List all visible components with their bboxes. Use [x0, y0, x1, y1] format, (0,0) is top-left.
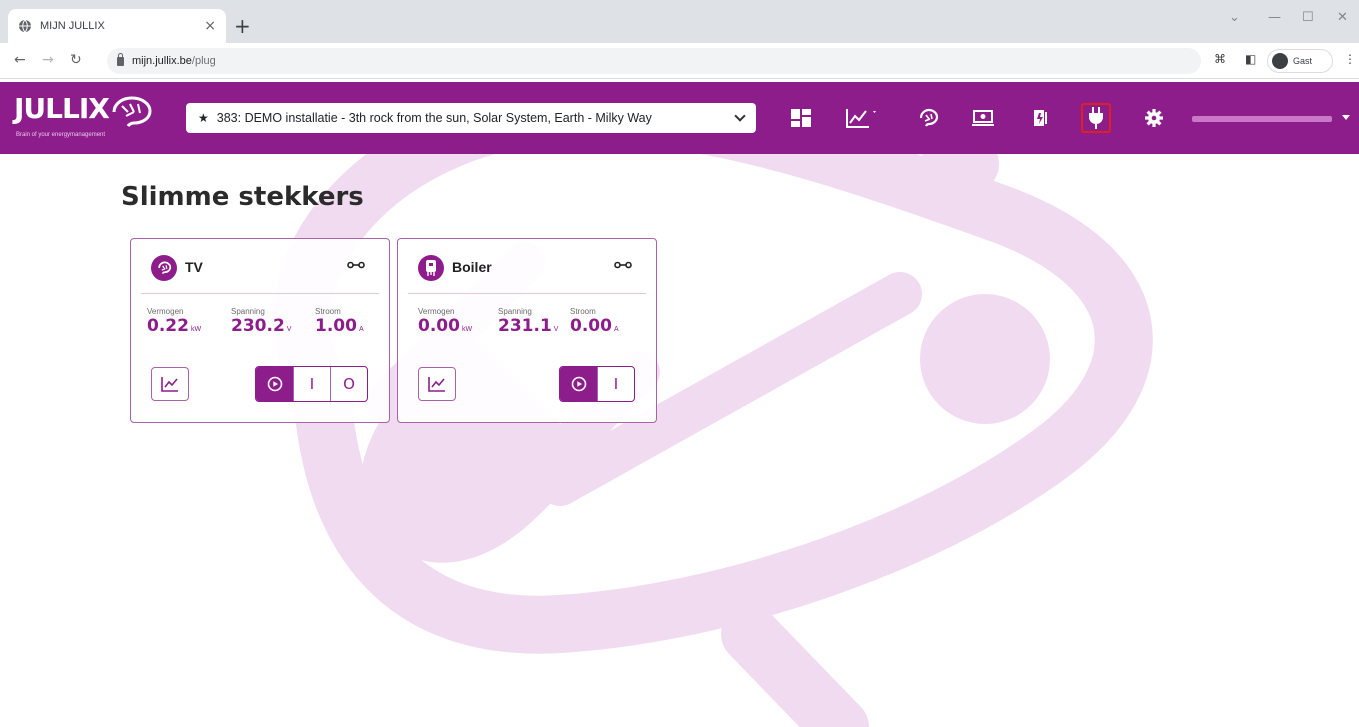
metric-unit: kW	[461, 326, 473, 333]
browser-tabbar: MIJN JULLIX × + ⌄ — ☐ ✕	[0, 0, 1359, 43]
plug-name: Boiler	[452, 259, 492, 275]
metric-unit: A	[613, 326, 619, 333]
profile-avatar-icon	[1272, 53, 1288, 69]
metric-unit: A	[358, 326, 364, 333]
gear-icon[interactable]	[1142, 106, 1166, 130]
brain-icon[interactable]	[916, 106, 940, 130]
boiler-icon	[418, 255, 444, 281]
mode-selector: I	[559, 366, 635, 402]
metric-value: 0.00	[418, 316, 460, 336]
mode-auto-button[interactable]	[560, 367, 597, 401]
profile-button[interactable]: Gast	[1267, 49, 1333, 73]
globe-icon	[19, 19, 31, 33]
reload-icon[interactable]: ↻	[70, 52, 82, 68]
maximize-icon[interactable]: ☐	[1302, 10, 1314, 25]
metric-label: Stroom	[315, 307, 341, 316]
tab-close-icon[interactable]: ×	[204, 18, 216, 34]
back-icon[interactable]: ←	[14, 52, 26, 68]
plug-card: TV Vermogen 0.22 kW Spanning 230.2 V Stroo…	[130, 238, 390, 423]
metric-label: Spanning	[498, 307, 532, 316]
metric-value: 1.00	[315, 316, 357, 336]
history-chart-button[interactable]	[418, 367, 456, 401]
brain-icon	[151, 255, 177, 281]
metric-unit: V	[553, 326, 559, 333]
profile-label: Gast	[1293, 56, 1313, 66]
browser-toolbar: ← → ↻ mijn.jullix.be/plug ⌘ ◧ Gast ⋮	[0, 43, 1359, 79]
url-domain: mijn.jullix.be	[132, 55, 192, 67]
mode-off-button[interactable]: O	[330, 367, 367, 401]
tab-search-icon[interactable]: ⌄	[1229, 10, 1240, 25]
mode-auto-button[interactable]	[256, 367, 293, 401]
card-divider	[408, 293, 646, 294]
metric-label: Vermogen	[418, 307, 455, 316]
auto-icon	[571, 376, 586, 392]
line-chart-icon	[428, 377, 445, 392]
mode-selector: I O	[255, 366, 368, 402]
metric-value: 0.00	[570, 316, 612, 336]
logo-brain-icon	[112, 96, 152, 127]
connection-icon	[347, 261, 365, 269]
user-menu-caret-icon[interactable]	[1342, 115, 1350, 120]
forward-icon[interactable]: →	[42, 52, 54, 68]
connection-icon	[614, 261, 632, 269]
jullix-logo[interactable]: JULLIX	[14, 92, 110, 125]
mode-on-button[interactable]: I	[597, 367, 634, 401]
installation-select[interactable]: ★ 383: DEMO installatie - 3th rock from …	[186, 103, 756, 133]
metric-label: Spanning	[231, 307, 265, 316]
dashboard-icon[interactable]	[789, 106, 813, 130]
chevron-down-icon	[734, 110, 746, 122]
mode-on-button[interactable]: I	[293, 367, 330, 401]
browser-menu-icon[interactable]: ⋮	[1344, 52, 1356, 66]
window-close-icon[interactable]: ✕	[1337, 10, 1348, 25]
metric-power: Vermogen 0.00 kW	[418, 307, 472, 336]
plug-icon[interactable]	[1081, 103, 1111, 133]
chart-icon[interactable]	[845, 106, 879, 130]
metric-voltage: Spanning 230.2 V	[231, 307, 291, 336]
metric-unit: kW	[190, 326, 202, 333]
metric-current: Stroom 0.00 A	[570, 307, 619, 336]
address-bar[interactable]: mijn.jullix.be/plug	[107, 48, 1201, 74]
metric-value: 231.1	[498, 316, 552, 336]
metric-value: 230.2	[231, 316, 285, 336]
metric-value: 0.22	[147, 316, 189, 336]
minimize-icon[interactable]: —	[1268, 10, 1281, 25]
new-tab-button[interactable]: +	[234, 14, 251, 38]
browser-tab[interactable]: MIJN JULLIX ×	[8, 9, 226, 43]
metric-unit: V	[286, 326, 292, 333]
card-divider	[141, 293, 379, 294]
tab-title: MIJN JULLIX	[40, 20, 105, 32]
auto-icon	[267, 376, 282, 392]
metric-label: Stroom	[570, 307, 596, 316]
url-path: /plug	[191, 55, 216, 67]
installation-label: 383: DEMO installatie - 3th rock from th…	[216, 111, 652, 125]
line-chart-icon	[161, 377, 178, 392]
plug-card: Boiler Vermogen 0.00 kW Spanning 231.1 V S…	[397, 238, 657, 423]
side-panel-icon[interactable]: ◧	[1245, 52, 1256, 66]
star-icon: ★	[198, 111, 209, 125]
metric-current: Stroom 1.00 A	[315, 307, 364, 336]
app-header: JULLIX Brain of your energymanagement ★ …	[0, 82, 1359, 154]
history-chart-button[interactable]	[151, 367, 189, 401]
metric-voltage: Spanning 231.1 V	[498, 307, 558, 336]
page-title: Slimme stekkers	[121, 182, 364, 212]
logo-tagline: Brain of your energymanagement	[16, 132, 106, 138]
user-menu[interactable]	[1192, 116, 1332, 122]
lock-icon	[117, 52, 124, 66]
metric-power: Vermogen 0.22 kW	[147, 307, 201, 336]
money-icon[interactable]	[971, 106, 995, 130]
metric-label: Vermogen	[147, 307, 184, 316]
translate-icon[interactable]: ⌘	[1214, 52, 1226, 66]
plug-name: TV	[185, 259, 203, 275]
battery-charge-icon[interactable]	[1030, 106, 1054, 130]
